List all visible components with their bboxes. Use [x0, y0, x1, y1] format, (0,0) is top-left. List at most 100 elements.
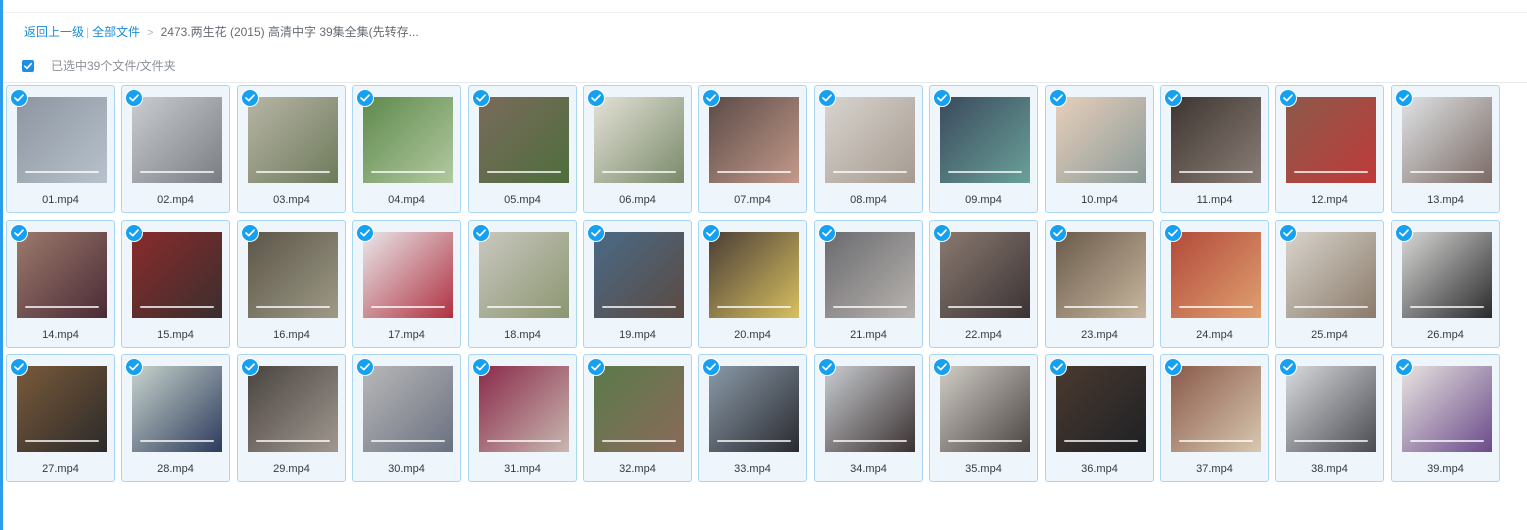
file-name: 30.mp4 [388, 463, 425, 475]
file-tile[interactable]: 33.mp4 [698, 354, 807, 482]
selected-check-icon[interactable] [933, 224, 951, 242]
selected-check-icon[interactable] [472, 358, 490, 376]
file-name: 01.mp4 [42, 194, 79, 206]
file-tile[interactable]: 35.mp4 [929, 354, 1038, 482]
selected-check-icon[interactable] [1049, 358, 1067, 376]
file-tile[interactable]: 24.mp4 [1160, 220, 1269, 348]
file-name: 12.mp4 [1311, 194, 1348, 206]
selected-check-icon[interactable] [818, 89, 836, 107]
file-tile[interactable]: 14.mp4 [6, 220, 115, 348]
file-tile[interactable]: 32.mp4 [583, 354, 692, 482]
all-files-link[interactable]: 全部文件 [92, 25, 140, 39]
file-tile[interactable]: 06.mp4 [583, 85, 692, 213]
file-tile[interactable]: 20.mp4 [698, 220, 807, 348]
file-tile[interactable]: 37.mp4 [1160, 354, 1269, 482]
file-tile[interactable]: 03.mp4 [237, 85, 346, 213]
file-tile[interactable]: 19.mp4 [583, 220, 692, 348]
file-tile[interactable]: 01.mp4 [6, 85, 115, 213]
selected-check-icon[interactable] [10, 89, 28, 107]
selected-check-icon[interactable] [818, 358, 836, 376]
selected-check-icon[interactable] [1164, 358, 1182, 376]
back-link[interactable]: 返回上一级 [24, 25, 84, 39]
selected-check-icon[interactable] [1395, 89, 1413, 107]
selected-check-icon[interactable] [1049, 224, 1067, 242]
file-tile[interactable]: 39.mp4 [1391, 354, 1500, 482]
file-tile[interactable]: 31.mp4 [468, 354, 577, 482]
file-tile[interactable]: 09.mp4 [929, 85, 1038, 213]
video-thumbnail [709, 232, 799, 318]
file-name: 20.mp4 [734, 329, 771, 341]
selected-check-icon[interactable] [587, 224, 605, 242]
file-tile[interactable]: 12.mp4 [1275, 85, 1384, 213]
selected-check-icon[interactable] [241, 89, 259, 107]
file-tile[interactable]: 16.mp4 [237, 220, 346, 348]
selected-check-icon[interactable] [472, 89, 490, 107]
selected-check-icon[interactable] [241, 224, 259, 242]
selected-check-icon[interactable] [1395, 224, 1413, 242]
file-tile[interactable]: 34.mp4 [814, 354, 923, 482]
video-thumbnail [1056, 97, 1146, 183]
file-tile[interactable]: 26.mp4 [1391, 220, 1500, 348]
file-tile[interactable]: 04.mp4 [352, 85, 461, 213]
selected-check-icon[interactable] [356, 358, 374, 376]
file-tile[interactable]: 21.mp4 [814, 220, 923, 348]
video-thumbnail [1171, 366, 1261, 452]
subtitle-strip [140, 306, 214, 308]
file-tile[interactable]: 15.mp4 [121, 220, 230, 348]
selected-check-icon[interactable] [1279, 224, 1297, 242]
subtitle-strip [717, 306, 791, 308]
file-tile[interactable]: 02.mp4 [121, 85, 230, 213]
subtitle-strip [1064, 440, 1138, 442]
selected-check-icon[interactable] [356, 224, 374, 242]
selected-check-icon[interactable] [702, 224, 720, 242]
selected-check-icon[interactable] [125, 224, 143, 242]
file-tile[interactable]: 22.mp4 [929, 220, 1038, 348]
selected-check-icon[interactable] [125, 89, 143, 107]
video-thumbnail [479, 366, 569, 452]
video-thumbnail [248, 97, 338, 183]
file-tile[interactable]: 17.mp4 [352, 220, 461, 348]
selected-check-icon[interactable] [125, 358, 143, 376]
file-name: 04.mp4 [388, 194, 425, 206]
select-all-checkbox[interactable] [22, 60, 34, 72]
selected-check-icon[interactable] [587, 89, 605, 107]
file-tile[interactable]: 23.mp4 [1045, 220, 1154, 348]
file-tile[interactable]: 18.mp4 [468, 220, 577, 348]
selected-check-icon[interactable] [933, 358, 951, 376]
selected-check-icon[interactable] [1164, 89, 1182, 107]
selected-check-icon[interactable] [818, 224, 836, 242]
selected-check-icon[interactable] [1164, 224, 1182, 242]
selected-check-icon[interactable] [472, 224, 490, 242]
file-tile[interactable]: 38.mp4 [1275, 354, 1384, 482]
selected-check-icon[interactable] [241, 358, 259, 376]
subtitle-strip [833, 306, 907, 308]
file-tile[interactable]: 27.mp4 [6, 354, 115, 482]
selected-check-icon[interactable] [702, 89, 720, 107]
selected-check-icon[interactable] [10, 224, 28, 242]
selected-check-icon[interactable] [1279, 89, 1297, 107]
file-tile[interactable]: 25.mp4 [1275, 220, 1384, 348]
file-tile[interactable]: 13.mp4 [1391, 85, 1500, 213]
subtitle-strip [256, 171, 330, 173]
file-tile[interactable]: 36.mp4 [1045, 354, 1154, 482]
file-tile[interactable]: 30.mp4 [352, 354, 461, 482]
selected-check-icon[interactable] [356, 89, 374, 107]
selected-check-icon[interactable] [1395, 358, 1413, 376]
file-tile[interactable]: 29.mp4 [237, 354, 346, 482]
selected-check-icon[interactable] [702, 358, 720, 376]
selected-check-icon[interactable] [933, 89, 951, 107]
selected-check-icon[interactable] [1279, 358, 1297, 376]
selected-check-icon[interactable] [1049, 89, 1067, 107]
selected-check-icon[interactable] [587, 358, 605, 376]
file-name: 35.mp4 [965, 463, 1002, 475]
video-thumbnail [17, 366, 107, 452]
file-tile[interactable]: 10.mp4 [1045, 85, 1154, 213]
subtitle-strip [140, 440, 214, 442]
file-tile[interactable]: 08.mp4 [814, 85, 923, 213]
video-thumbnail [132, 97, 222, 183]
file-tile[interactable]: 11.mp4 [1160, 85, 1269, 213]
file-tile[interactable]: 07.mp4 [698, 85, 807, 213]
file-tile[interactable]: 05.mp4 [468, 85, 577, 213]
selected-check-icon[interactable] [10, 358, 28, 376]
file-tile[interactable]: 28.mp4 [121, 354, 230, 482]
